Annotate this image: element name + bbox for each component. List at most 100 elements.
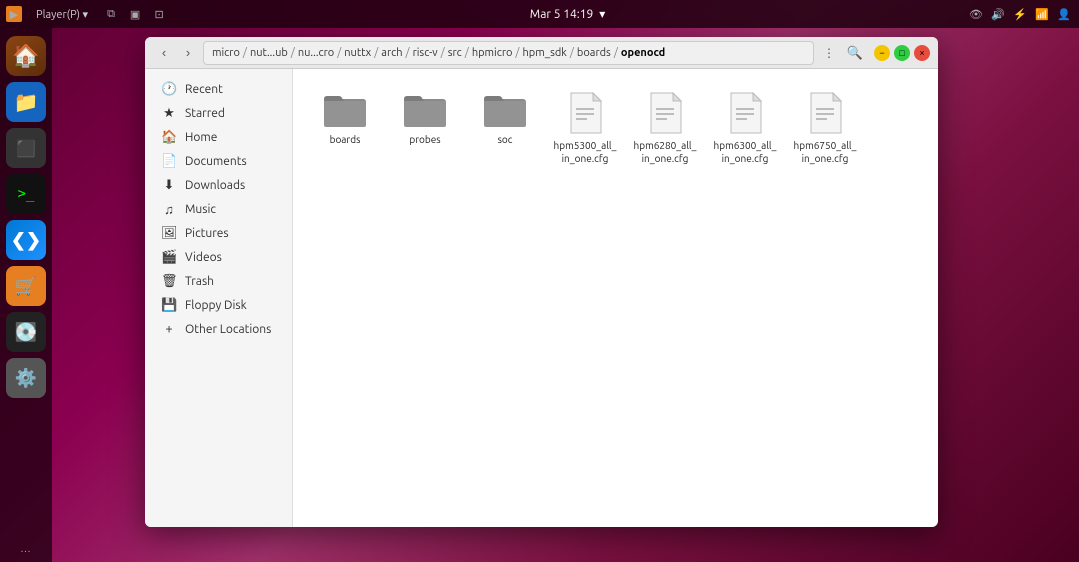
hpm5300-label: hpm5300_all_in_one.cfg (553, 139, 617, 165)
sys-icon3[interactable]: ⚡ (1011, 5, 1029, 23)
hpm6280-cfg-icon (647, 91, 683, 135)
sidebar-item-videos[interactable]: 🎬 Videos (149, 246, 288, 269)
sidebar-item-pictures[interactable]: 🖼 Pictures (149, 222, 288, 245)
probes-folder-icon (403, 91, 447, 129)
file-manager-window: ‹ › micro / nut...ub / nu...cro / nuttx … (145, 37, 938, 527)
nav-back-button[interactable]: ‹ (153, 42, 175, 64)
breadcrumb-part-1: micro (212, 47, 240, 59)
window-controls: − □ × (874, 45, 930, 61)
dock-settings[interactable]: ⚙️ (6, 358, 46, 398)
breadcrumb-part-6: risc-v (413, 47, 438, 59)
starred-icon: ★ (161, 106, 177, 121)
dock-home[interactable]: 🏠 Files (6, 36, 46, 76)
sys-icon2[interactable]: 🔊 (989, 5, 1007, 23)
top-bar-left: ▶ Player(P) ▾ ⧉ ▣ ⊡ (0, 5, 168, 23)
sidebar-label-home: Home (185, 131, 217, 144)
music-icon: ♫ (161, 202, 177, 217)
soc-label: soc (498, 133, 513, 146)
file-item-hpm6280[interactable]: hpm6280_all_in_one.cfg (629, 85, 701, 171)
search-button[interactable]: 🔍 (844, 42, 866, 64)
file-item-probes[interactable]: probes (389, 85, 461, 171)
boards-label: boards (330, 133, 361, 146)
hpm6750-cfg-icon (807, 91, 843, 135)
soc-folder-icon (483, 91, 527, 129)
file-item-soc[interactable]: soc (469, 85, 541, 171)
dock-files[interactable]: 📁 (6, 82, 46, 122)
sidebar-item-downloads[interactable]: ⬇ Downloads (149, 174, 288, 197)
sys-icon1[interactable]: 👁 (967, 5, 985, 23)
breadcrumb-part-2: nut...ub (250, 47, 288, 59)
file-area: boards probes (293, 69, 938, 527)
player-icon[interactable]: ▶ (6, 6, 22, 22)
documents-icon: 📄 (161, 154, 177, 169)
home-icon: 🏠 (161, 130, 177, 145)
breadcrumb-part-9: hpm_sdk (522, 47, 566, 59)
tb-icon1[interactable]: ⧉ (102, 5, 120, 23)
sidebar-item-starred[interactable]: ★ Starred (149, 102, 288, 125)
sidebar-item-music[interactable]: ♫ Music (149, 198, 288, 221)
sidebar-item-trash[interactable]: 🗑 Trash (149, 270, 288, 293)
hpm5300-cfg-icon (567, 91, 603, 135)
sidebar-item-recent[interactable]: 🕐 Recent (149, 78, 288, 101)
breadcrumb-part-3: nu...cro (298, 47, 334, 59)
minimize-button[interactable]: − (874, 45, 890, 61)
sidebar-item-home[interactable]: 🏠 Home (149, 126, 288, 149)
main-content: 🕐 Recent ★ Starred 🏠 Home 📄 Documents ⬇ … (145, 69, 938, 527)
sys-icon4[interactable]: 📶 (1033, 5, 1051, 23)
breadcrumb-part-5: arch (381, 47, 402, 59)
boards-folder-icon (323, 91, 367, 129)
sidebar-item-floppy[interactable]: 💾 Floppy Disk (149, 294, 288, 317)
top-bar-center: Mar 5 14:19 ▾ (530, 7, 605, 21)
close-button[interactable]: × (914, 45, 930, 61)
file-item-hpm6300[interactable]: hpm6300_all_in_one.cfg (709, 85, 781, 171)
file-item-hpm6750[interactable]: hpm6750_all_in_one.cfg (789, 85, 861, 171)
breadcrumb-part-4: nuttx (344, 47, 371, 59)
trash-icon: 🗑 (161, 274, 177, 289)
nav-buttons: ‹ › (153, 42, 199, 64)
sidebar-label-starred: Starred (185, 107, 225, 120)
breadcrumb-current: openocd (621, 47, 665, 59)
hpm6280-label: hpm6280_all_in_one.cfg (633, 139, 697, 165)
menu-button[interactable]: ⋮ (818, 42, 840, 64)
downloads-icon: ⬇ (161, 178, 177, 193)
top-bar: ▶ Player(P) ▾ ⧉ ▣ ⊡ Mar 5 14:19 ▾ 👁 🔊 ⚡ … (0, 0, 1079, 28)
dock-terminal2[interactable]: >_ (6, 174, 46, 214)
dock-vscode[interactable]: ❮❯ (6, 220, 46, 260)
hpm6300-cfg-icon (727, 91, 763, 135)
datetime: Mar 5 14:19 (530, 8, 593, 21)
sidebar-label-floppy: Floppy Disk (185, 299, 247, 312)
breadcrumb-part-7: src (448, 47, 462, 59)
sidebar-item-documents[interactable]: 📄 Documents (149, 150, 288, 173)
videos-icon: 🎬 (161, 250, 177, 265)
breadcrumb-part-8: hpmicro (472, 47, 513, 59)
sidebar: 🕐 Recent ★ Starred 🏠 Home 📄 Documents ⬇ … (145, 69, 293, 527)
probes-label: probes (409, 133, 440, 146)
sidebar-label-downloads: Downloads (185, 179, 245, 192)
title-bar-actions: ⋮ 🔍 (818, 42, 866, 64)
maximize-button[interactable]: □ (894, 45, 910, 61)
sidebar-label-pictures: Pictures (185, 227, 229, 240)
pictures-icon: 🖼 (161, 226, 177, 241)
breadcrumb[interactable]: micro / nut...ub / nu...cro / nuttx / ar… (203, 41, 814, 65)
sidebar-item-other-locations[interactable]: + Other Locations (149, 318, 288, 340)
dock-dots: ... (21, 543, 31, 554)
app-label[interactable]: Player(P) ▾ (28, 8, 96, 21)
tb-icon3[interactable]: ⊡ (150, 5, 168, 23)
sidebar-label-other-locations: Other Locations (185, 323, 271, 336)
file-item-hpm5300[interactable]: hpm5300_all_in_one.cfg (549, 85, 621, 171)
top-bar-right: 👁 🔊 ⚡ 📶 👤 (967, 5, 1079, 23)
dt-icon: ▾ (599, 7, 605, 21)
sidebar-label-videos: Videos (185, 251, 222, 264)
dock-software[interactable]: 🛒 (6, 266, 46, 306)
nav-forward-button[interactable]: › (177, 42, 199, 64)
hpm6300-label: hpm6300_all_in_one.cfg (713, 139, 777, 165)
breadcrumb-part-10: boards (577, 47, 611, 59)
sys-icon5[interactable]: 👤 (1055, 5, 1073, 23)
dock-terminal[interactable]: ⬛ (6, 128, 46, 168)
tb-icon2[interactable]: ▣ (126, 5, 144, 23)
title-bar: ‹ › micro / nut...ub / nu...cro / nuttx … (145, 37, 938, 69)
dock-drive[interactable]: 💽 (6, 312, 46, 352)
file-item-boards[interactable]: boards (309, 85, 381, 171)
sidebar-label-trash: Trash (185, 275, 214, 288)
floppy-icon: 💾 (161, 298, 177, 313)
